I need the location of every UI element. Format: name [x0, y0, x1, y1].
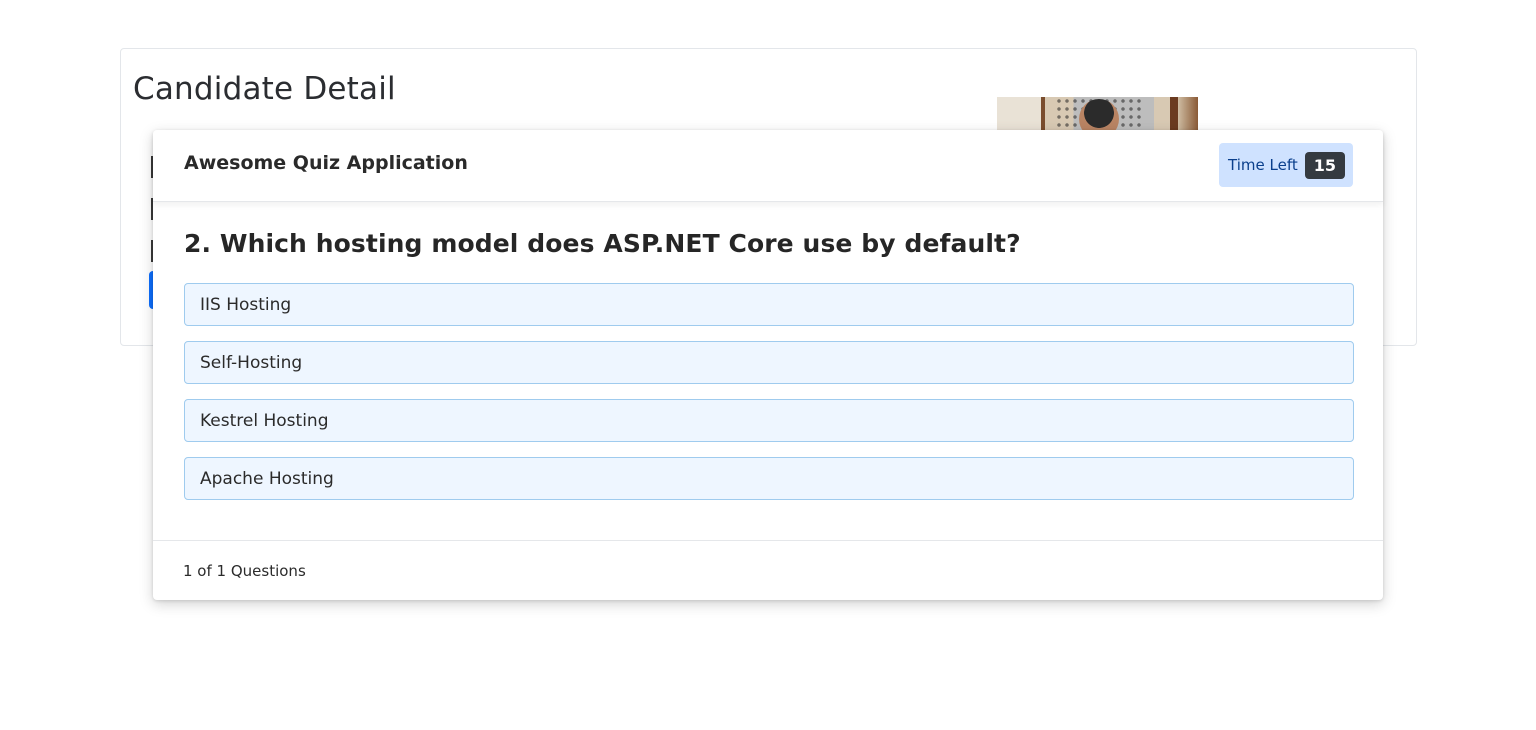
photo-person [1079, 99, 1119, 131]
quiz-modal: Awesome Quiz Application Time Left 15 2.… [153, 130, 1383, 600]
timer-label: Time Left [1228, 156, 1298, 174]
question-text: 2. Which hosting model does ASP.NET Core… [184, 229, 1021, 258]
quiz-footer: 1 of 1 Questions [153, 540, 1383, 600]
timer-value-badge: 15 [1304, 151, 1345, 179]
quiz-app-title: Awesome Quiz Application [184, 152, 468, 174]
timer-box: Time Left 15 [1219, 143, 1353, 187]
quiz-header: Awesome Quiz Application Time Left 15 [153, 130, 1383, 202]
answer-option[interactable]: Apache Hosting [184, 457, 1354, 500]
candidate-photo [997, 97, 1198, 131]
question-progress-text: 1 of 1 Questions [183, 562, 306, 580]
answer-option[interactable]: Kestrel Hosting [184, 399, 1354, 442]
candidate-detail-title: Candidate Detail [133, 71, 396, 107]
answer-option[interactable]: Self-Hosting [184, 341, 1354, 384]
answer-option[interactable]: IIS Hosting [184, 283, 1354, 326]
